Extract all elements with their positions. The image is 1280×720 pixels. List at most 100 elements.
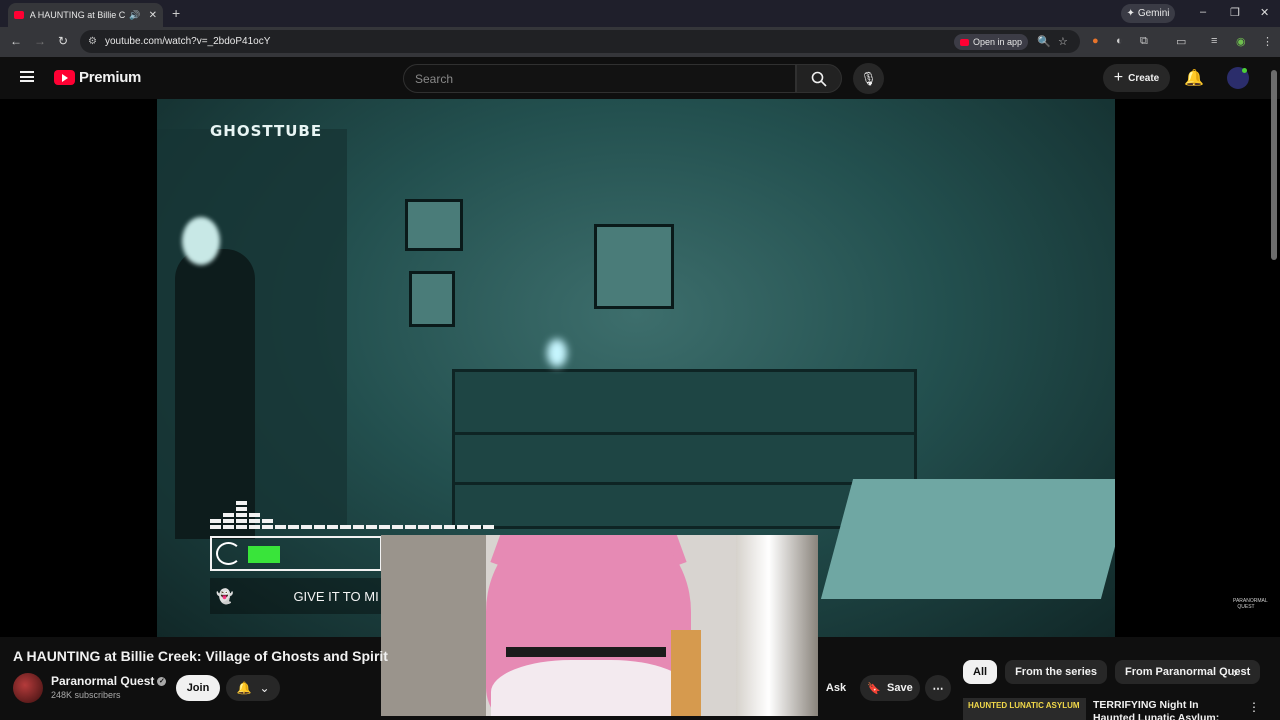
search-input[interactable]: Search <box>403 64 796 93</box>
open-in-app-label: Open in app <box>973 37 1023 47</box>
level-bar <box>314 525 325 529</box>
menu-dots-icon[interactable]: ⋮ <box>1262 35 1273 48</box>
logo-text: Premium <box>79 69 142 86</box>
zoom-icon[interactable]: 🔍 <box>1037 35 1051 48</box>
level-bar <box>236 501 247 529</box>
cast-icon[interactable]: ▭ <box>1176 35 1186 48</box>
meter-gauge-icon <box>216 542 241 565</box>
video-title: A HAUNTING at Billie Creek: Village of G… <box>13 648 388 664</box>
channel-name-text: Paranormal Quest <box>51 674 155 688</box>
picture-frame <box>409 271 455 327</box>
search-icon <box>811 71 827 87</box>
level-bar <box>366 525 377 529</box>
level-bar <box>353 525 364 529</box>
level-bar <box>249 513 260 529</box>
pip-seat <box>491 660 691 716</box>
create-label: Create <box>1128 72 1160 84</box>
back-arrow-icon[interactable]: ← <box>10 34 22 48</box>
sparkle-icon: ✦ <box>1126 8 1135 19</box>
level-bar <box>405 525 416 529</box>
recommended-thumbnail[interactable]: HAUNTED LUNATIC ASYLUM <box>963 698 1086 720</box>
youtube-play-icon <box>54 70 75 85</box>
create-button[interactable]: + Create <box>1103 64 1170 92</box>
pip-left-fabric <box>381 535 486 716</box>
channel-watermark[interactable]: PARANORMAL QUEST <box>1233 598 1268 610</box>
verified-icon: ✓ <box>157 677 167 687</box>
gemini-label: Gemini <box>1137 8 1170 19</box>
level-bar <box>418 525 429 529</box>
exam-table <box>820 479 1115 599</box>
lamp-glow <box>547 339 567 367</box>
gemini-button[interactable]: ✦ Gemini <box>1121 4 1175 23</box>
profile-icon[interactable]: ◉ <box>1236 35 1246 48</box>
chevron-down-icon: ⌄ <box>259 681 270 695</box>
investigator-head <box>182 217 220 265</box>
more-actions-button[interactable]: ⋯ <box>925 675 951 701</box>
chip-from-series[interactable]: From the series <box>1005 660 1107 684</box>
ask-button[interactable]: Ask <box>818 675 854 701</box>
tab-title: A HAUNTING at Billie Creek <box>29 10 126 20</box>
level-bar <box>210 519 221 529</box>
chevron-right-icon[interactable]: › <box>1233 664 1238 680</box>
site-info-icon[interactable]: ⚙ <box>88 36 97 47</box>
level-bar <box>431 525 442 529</box>
new-tab-button[interactable]: + <box>172 5 180 21</box>
speaker-icon[interactable]: 🔊 <box>129 10 140 21</box>
browser-tab[interactable]: A HAUNTING at Billie Creek 🔊 ✕ <box>8 3 163 27</box>
level-bar <box>392 525 403 529</box>
subscriber-count: 248K subscribers <box>51 690 121 700</box>
extension-icon[interactable]: ◐ <box>1116 35 1123 47</box>
ghosttube-logo: GHOSTTUBE <box>210 122 323 140</box>
youtube-icon <box>960 38 969 46</box>
mic-icon[interactable]: 🎙 <box>853 63 884 94</box>
pip-strap <box>506 647 666 657</box>
page-scrollbar[interactable] <box>1271 70 1277 260</box>
emf-meter <box>210 536 382 571</box>
recommended-title[interactable]: TERRIFYING Night In Haunted Lunatic Asyl… <box>1093 699 1233 720</box>
level-bar <box>483 525 494 529</box>
ghost-speaker-icon: 👻 <box>216 587 234 604</box>
thumbnail-text: HAUNTED LUNATIC ASYLUM <box>968 701 1080 710</box>
chip-from-channel[interactable]: From Paranormal Quest <box>1114 660 1261 684</box>
youtube-logo[interactable]: Premium <box>54 69 141 86</box>
reading-list-icon[interactable]: ≡ <box>1211 35 1217 47</box>
close-window-button[interactable]: ✕ <box>1260 6 1269 19</box>
bell-icon: 🔔 <box>236 681 252 695</box>
avatar[interactable] <box>1227 67 1249 89</box>
minimize-button[interactable]: – <box>1200 6 1206 18</box>
investigator-silhouette <box>175 249 255 539</box>
chip-all[interactable]: All <box>963 660 998 684</box>
plus-icon: + <box>1113 69 1124 86</box>
forward-arrow-icon[interactable]: → <box>34 34 46 48</box>
picture-frame <box>405 199 463 251</box>
pip-window-light <box>736 535 818 716</box>
channel-name[interactable]: Paranormal Quest ✓ <box>51 674 167 688</box>
bookmark-star-icon[interactable]: ☆ <box>1058 35 1068 48</box>
save-label: Save <box>887 682 913 694</box>
search-button[interactable] <box>796 64 842 93</box>
related-filter-chips: All From the series From Paranormal Ques… <box>963 660 1261 684</box>
ask-label: Ask <box>825 682 847 694</box>
puzzle-icon[interactable]: ⧉ <box>1140 35 1148 48</box>
bookmark-icon: 🔖 <box>867 682 881 695</box>
spirit-box-prompt: 👻 GIVE IT TO MI <box>210 578 382 614</box>
prompt-text: GIVE IT TO MI <box>293 588 379 604</box>
level-bar <box>223 513 234 529</box>
hamburger-menu-icon[interactable] <box>20 71 34 82</box>
notifications-bell-icon[interactable]: 🔔 <box>1184 68 1204 88</box>
maximize-button[interactable]: ❐ <box>1230 6 1240 19</box>
reload-icon[interactable]: ↻ <box>58 34 68 48</box>
join-button[interactable]: Join <box>176 675 220 701</box>
level-bar <box>379 525 390 529</box>
pip-overlay[interactable] <box>381 535 818 716</box>
url-text: youtube.com/watch?v=_2bdoP41ocY <box>104 36 271 47</box>
tab-close-icon[interactable]: ✕ <box>149 10 157 21</box>
open-in-app-button[interactable]: Open in app <box>954 34 1029 50</box>
browser-tab-strip: A HAUNTING at Billie Creek 🔊 ✕ + ✦ Gemin… <box>0 0 1280 27</box>
subscribed-bell-button[interactable]: 🔔 ⌄ <box>226 675 280 701</box>
omnibox[interactable]: ⚙ youtube.com/watch?v=_2bdoP41ocY <box>80 30 1080 53</box>
save-button[interactable]: 🔖 Save <box>860 675 920 701</box>
extension-icon[interactable]: ● <box>1092 35 1099 47</box>
more-vertical-icon[interactable]: ⋮ <box>1248 700 1260 714</box>
channel-avatar[interactable] <box>13 673 43 703</box>
